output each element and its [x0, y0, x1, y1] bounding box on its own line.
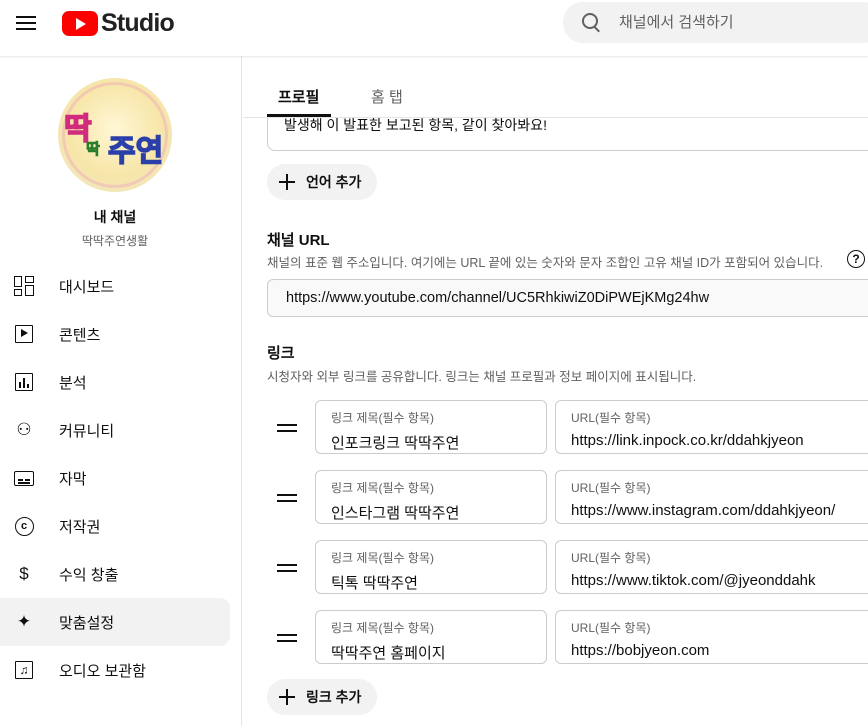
- link-title-field[interactable]: 링크 제목(필수 항목) 딱딱주연 홈페이지: [315, 610, 547, 664]
- tab-home[interactable]: 홈 탭: [371, 86, 403, 107]
- monetization-icon: $: [19, 564, 29, 583]
- channel-url-title: 채널 URL: [267, 232, 330, 249]
- active-tab-indicator: [267, 114, 331, 117]
- links-title: 링크: [267, 345, 295, 362]
- channel-name: 딱딱주연생활: [81, 234, 149, 248]
- channel-url-value: https://www.youtube.com/channel/UC5Rhkiw…: [286, 290, 710, 306]
- sidebar-item-label: 자막: [59, 470, 87, 488]
- sidebar-item-label: 콘텐츠: [59, 326, 101, 344]
- link-url-value: https://bobjyeon.com: [571, 642, 710, 659]
- sidebar-nav: 대시보드 콘텐츠 분석 ⚇ 커뮤니티 자막 c 저작권 $ 수익 창출 ✦ 맞춤…: [0, 262, 242, 694]
- link-title-field[interactable]: 링크 제목(필수 항목) 인포크링크 딱딱주연: [315, 400, 547, 454]
- description-text: 발생해 이 발표한 보고된 항목, 같이 찾아봐요!: [284, 117, 547, 133]
- sidebar-item-label: 분석: [59, 374, 87, 392]
- search-icon[interactable]: [581, 12, 603, 34]
- link-url-value: https://link.inpock.co.kr/ddahkjyeon: [571, 432, 804, 449]
- link-row: 링크 제목(필수 항목) 딱딱주연 홈페이지 URL(필수 항목) https:…: [243, 610, 868, 664]
- sidebar-item-dashboard[interactable]: 대시보드: [0, 262, 230, 310]
- channel-url-description: 채널의 표준 웹 주소입니다. 여기에는 URL 끝에 있는 숫자와 문자 조합…: [267, 256, 824, 270]
- add-link-button[interactable]: 링크 추가: [267, 679, 378, 715]
- tab-profile[interactable]: 프로필: [278, 86, 319, 107]
- sidebar-item-monetization[interactable]: $ 수익 창출: [0, 550, 230, 598]
- sidebar-item-content[interactable]: 콘텐츠: [0, 310, 230, 358]
- link-title-label: 링크 제목(필수 항목): [331, 621, 434, 635]
- sidebar-item-label: 대시보드: [59, 278, 115, 296]
- link-url-value: https://www.tiktok.com/@jyeonddahk: [571, 572, 816, 589]
- link-row: 링크 제목(필수 항목) 인스타그램 딱딱주연 URL(필수 항목) https…: [243, 470, 868, 524]
- analytics-icon: [12, 370, 36, 394]
- sidebar-item-label: 맞춤설정: [59, 614, 115, 632]
- add-link-label: 링크 추가: [306, 689, 362, 705]
- link-row: 링크 제목(필수 항목) 틱톡 딱딱주연 URL(필수 항목) https://…: [243, 540, 868, 594]
- help-icon[interactable]: ?: [847, 250, 865, 268]
- customization-icon: ✦: [16, 612, 32, 631]
- link-url-field[interactable]: URL(필수 항목) https://www.tiktok.com/@jyeon…: [555, 540, 868, 594]
- channel-label: 내 채널: [93, 209, 137, 225]
- drag-handle-icon[interactable]: [277, 634, 297, 642]
- link-title-label: 링크 제목(필수 항목): [331, 481, 434, 495]
- copyright-icon: c: [12, 514, 36, 538]
- audio-library-icon: ♫: [12, 658, 36, 682]
- sidebar-item-audio-library[interactable]: ♫ 오디오 보관함: [0, 646, 230, 694]
- drag-handle-icon[interactable]: [277, 494, 297, 502]
- sidebar-item-analytics[interactable]: 분석: [0, 358, 230, 406]
- channel-avatar[interactable]: 딱 딱 주연: [58, 78, 172, 192]
- plus-icon: [277, 687, 297, 707]
- link-url-value: https://www.instagram.com/ddahkjyeon/: [571, 502, 836, 519]
- link-title-value: 인스타그램 딱딱주연: [331, 505, 460, 522]
- hamburger-menu-icon[interactable]: [10, 8, 42, 40]
- sidebar-item-label: 저작권: [59, 518, 101, 536]
- plus-icon: [277, 172, 297, 192]
- link-title-value: 인포크링크 딱딱주연: [331, 435, 460, 452]
- sidebar-item-label: 커뮤니티: [59, 422, 115, 440]
- sidebar-item-copyright[interactable]: c 저작권: [0, 502, 230, 550]
- avatar-text-2: 딱: [86, 141, 101, 159]
- links-description: 시청자와 외부 링크를 공유합니다. 링크는 채널 프로필과 정보 페이지에 표…: [267, 370, 697, 384]
- sidebar-item-label: 오디오 보관함: [59, 662, 146, 680]
- avatar-text-3: 주연: [107, 134, 164, 169]
- link-url-label: URL(필수 항목): [571, 621, 651, 635]
- sidebar-item-subtitles[interactable]: 자막: [0, 454, 230, 502]
- dashboard-icon: [12, 274, 36, 298]
- link-title-field[interactable]: 링크 제목(필수 항목) 인스타그램 딱딱주연: [315, 470, 547, 524]
- content-icon: [12, 322, 36, 346]
- subtitles-icon: [12, 466, 36, 490]
- sidebar: 딱 딱 주연 내 채널 딱딱주연생활 대시보드 콘텐츠 분석 ⚇ 커뮤니티 자막…: [0, 56, 242, 726]
- link-row: 링크 제목(필수 항목) 인포크링크 딱딱주연 URL(필수 항목) https…: [243, 400, 868, 454]
- logo-text: Studio: [101, 9, 175, 37]
- community-icon: ⚇: [16, 420, 32, 439]
- link-url-field[interactable]: URL(필수 항목) https://www.instagram.com/dda…: [555, 470, 868, 524]
- link-title-label: 링크 제목(필수 항목): [331, 551, 434, 565]
- tab-bar: 프로필 홈 탭: [243, 56, 868, 118]
- sidebar-item-community[interactable]: ⚇ 커뮤니티: [0, 406, 230, 454]
- link-title-value: 딱딱주연 홈페이지: [331, 645, 446, 662]
- link-url-field[interactable]: URL(필수 항목) https://link.inpock.co.kr/dda…: [555, 400, 868, 454]
- sidebar-item-customization[interactable]: ✦ 맞춤설정: [0, 598, 230, 646]
- link-url-label: URL(필수 항목): [571, 411, 651, 425]
- link-title-label: 링크 제목(필수 항목): [331, 411, 434, 425]
- link-url-label: URL(필수 항목): [571, 481, 651, 495]
- search-input[interactable]: [619, 14, 859, 31]
- link-title-field[interactable]: 링크 제목(필수 항목) 틱톡 딱딱주연: [315, 540, 547, 594]
- main-content: 발생해 이 발표한 보고된 항목, 같이 찾아봐요! 프로필 홈 탭 언어 추가…: [243, 56, 868, 726]
- channel-url-field[interactable]: https://www.youtube.com/channel/UC5Rhkiw…: [267, 279, 868, 317]
- search-bar[interactable]: [563, 2, 868, 43]
- drag-handle-icon[interactable]: [277, 564, 297, 572]
- add-language-label: 언어 추가: [306, 174, 362, 190]
- youtube-studio-logo[interactable]: Studio: [62, 9, 175, 38]
- add-language-button[interactable]: 언어 추가: [267, 164, 378, 200]
- link-url-field[interactable]: URL(필수 항목) https://bobjyeon.com: [555, 610, 868, 664]
- top-bar: Studio: [0, 0, 868, 56]
- sidebar-item-label: 수익 창출: [59, 566, 119, 584]
- youtube-play-icon: [62, 11, 98, 36]
- drag-handle-icon[interactable]: [277, 424, 297, 432]
- link-url-label: URL(필수 항목): [571, 551, 651, 565]
- link-title-value: 틱톡 딱딱주연: [331, 575, 418, 592]
